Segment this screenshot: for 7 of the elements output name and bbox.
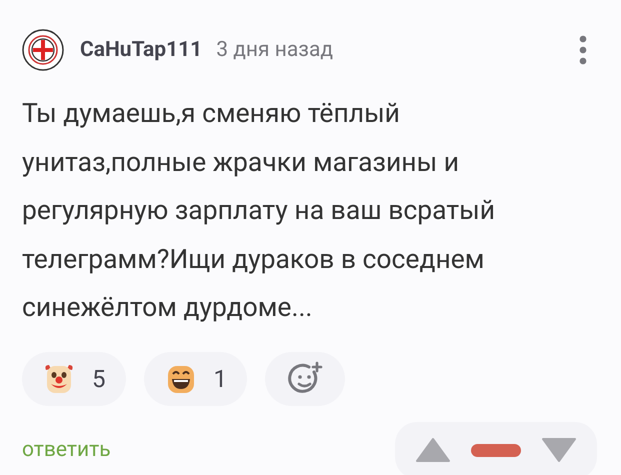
comment-text: Ты думаешь,я сменяю тёплый унитаз,полные жрачки магазины и регулярную зарплату на ваш всратый телеграмм?Ищи дураков в соседнем синежёлтом дурдоме... <box>22 97 496 325</box>
reaction-button[interactable]: 1 <box>144 352 247 406</box>
comment-time: 3 дня назад <box>216 38 334 62</box>
more-icon[interactable] <box>579 35 587 65</box>
reaction-button[interactable]: 5 <box>22 352 126 406</box>
username[interactable]: СаНuТар111 <box>80 38 202 62</box>
avatar-logo <box>22 29 64 71</box>
